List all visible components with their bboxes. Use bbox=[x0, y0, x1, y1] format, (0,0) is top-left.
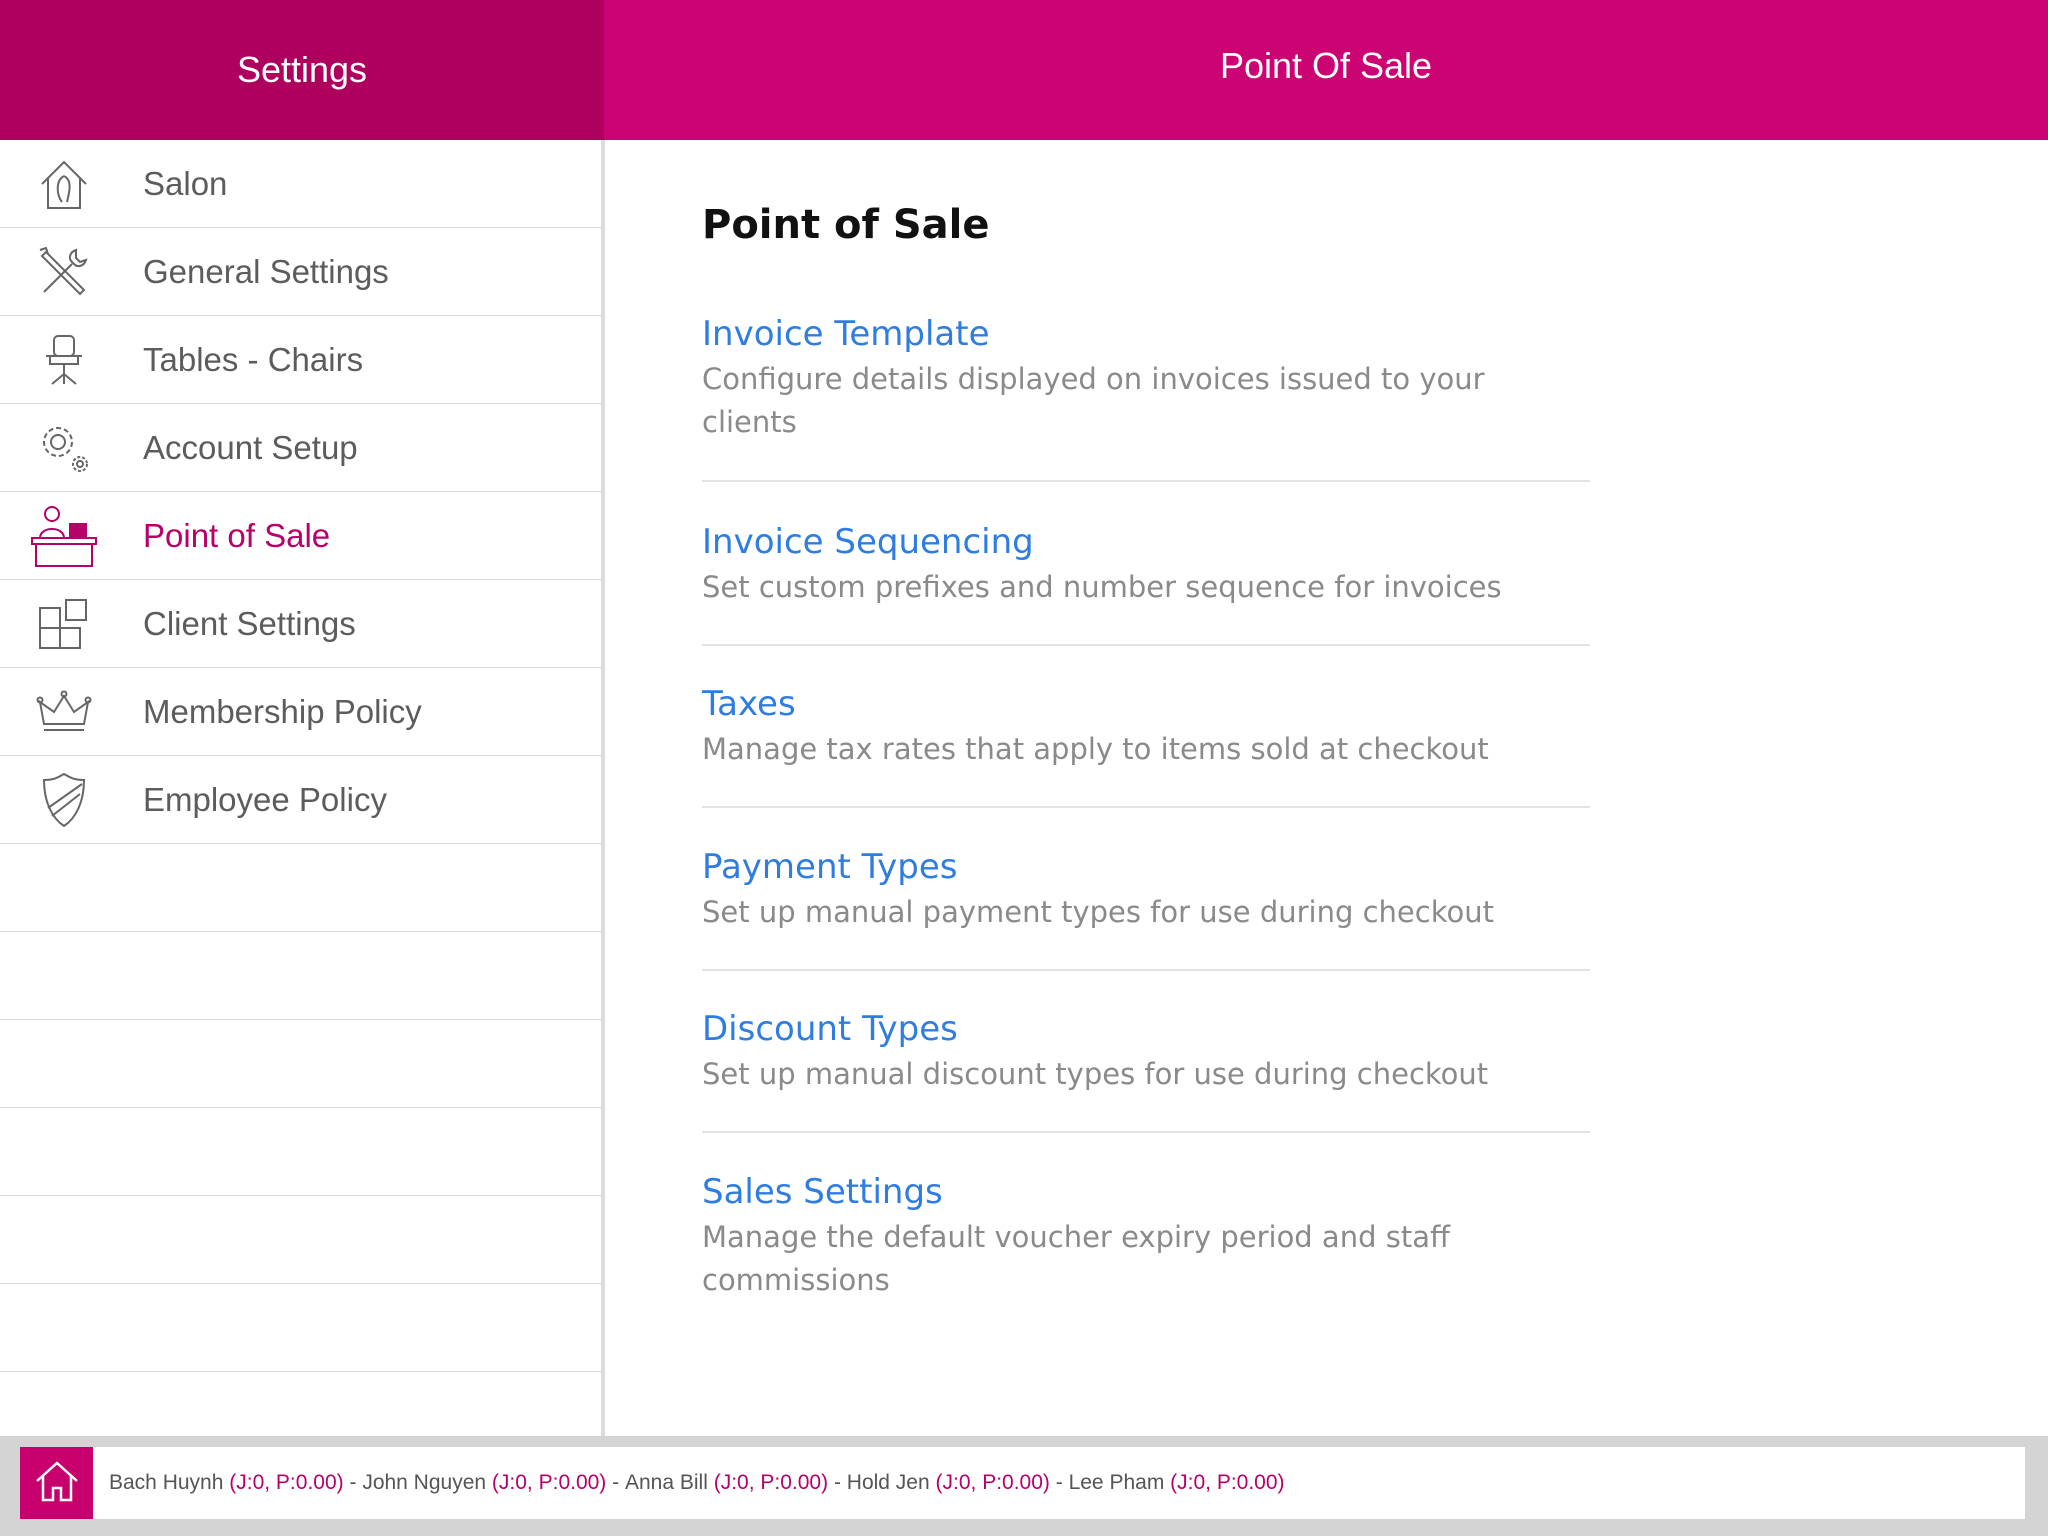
sidebar-empty-row bbox=[0, 932, 601, 1020]
staff-stat: (J:0, P:0.00) bbox=[935, 1471, 1050, 1494]
home-icon bbox=[34, 1459, 80, 1508]
staff-separator: - bbox=[828, 1471, 847, 1494]
option-title[interactable]: Invoice Template bbox=[702, 312, 1590, 356]
shield-icon bbox=[28, 764, 100, 836]
settings-title: Settings bbox=[236, 49, 368, 90]
sidebar-item-label: Salon bbox=[143, 164, 228, 202]
sidebar-item-label: Point of Sale bbox=[143, 516, 331, 554]
page-header-title: Point Of Sale bbox=[1219, 45, 1433, 86]
invoice-template-option[interactable]: Invoice Template Configure details displ… bbox=[702, 312, 1590, 482]
option-title[interactable]: Discount Types bbox=[702, 1007, 1590, 1051]
sidebar-item-point-of-sale[interactable]: Point of Sale bbox=[0, 492, 601, 580]
sidebar-item-label: Tables - Chairs bbox=[143, 340, 364, 378]
sidebar-item-label: Client Settings bbox=[143, 604, 356, 642]
staff-separator: - bbox=[343, 1471, 363, 1494]
sidebar-item-employee-policy[interactable]: Employee Policy bbox=[0, 756, 601, 844]
sidebar-item-client-settings[interactable]: Client Settings bbox=[0, 580, 601, 668]
staff-separator: - bbox=[606, 1471, 625, 1494]
tools-icon bbox=[28, 236, 100, 308]
sidebar-item-membership-policy[interactable]: Membership Policy bbox=[0, 668, 601, 756]
staff-name: Anna Bill bbox=[624, 1471, 708, 1494]
option-title[interactable]: Payment Types bbox=[702, 845, 1590, 889]
sales-settings-option[interactable]: Sales Settings Manage the default vouche… bbox=[702, 1170, 1590, 1320]
sidebar-empty-row bbox=[0, 844, 601, 932]
settings-header: Settings bbox=[0, 0, 604, 140]
page-title: Point of Sale bbox=[702, 202, 990, 248]
sidebar-item-label: Membership Policy bbox=[143, 692, 422, 730]
sidebar-empty-row bbox=[0, 1108, 601, 1196]
crown-icon bbox=[28, 676, 100, 748]
sidebar-empty-row bbox=[0, 1372, 601, 1436]
option-description: Configure details displayed on invoices … bbox=[702, 358, 1590, 444]
taxes-option[interactable]: Taxes Manage tax rates that apply to ite… bbox=[702, 682, 1590, 808]
grid-icon bbox=[28, 588, 100, 660]
option-description: Manage the default voucher expiry period… bbox=[702, 1216, 1590, 1302]
sidebar-item-salon[interactable]: Salon bbox=[0, 140, 601, 228]
staff-name: Lee Pham bbox=[1068, 1471, 1165, 1494]
discount-types-option[interactable]: Discount Types Set up manual discount ty… bbox=[702, 1007, 1590, 1133]
sidebar-item-label: Account Setup bbox=[143, 428, 358, 466]
sidebar-empty-row bbox=[0, 1020, 601, 1108]
chair-icon bbox=[28, 324, 100, 396]
staff-status-panel: Bach Huynh (J:0, P:0.00) - John Nguyen (… bbox=[20, 1447, 2025, 1519]
payment-types-option[interactable]: Payment Types Set up manual payment type… bbox=[702, 845, 1590, 971]
option-description: Set custom prefixes and number sequence … bbox=[702, 570, 1502, 604]
sidebar-item-general-settings[interactable]: General Settings bbox=[0, 228, 601, 316]
sidebar-item-label: Employee Policy bbox=[143, 780, 387, 818]
home-button[interactable] bbox=[20, 1447, 93, 1519]
cashier-icon bbox=[28, 500, 100, 572]
gears-icon bbox=[28, 412, 100, 484]
pos-header: Point Of Sale bbox=[604, 0, 2048, 140]
staff-stat: (J:0, P:0.00) bbox=[713, 1471, 829, 1494]
staff-name: Bach Huynh bbox=[109, 1471, 224, 1494]
option-description-line: Manage the default voucher expiry period… bbox=[702, 1220, 1450, 1254]
sidebar-item-label: General Settings bbox=[143, 252, 389, 290]
option-title[interactable]: Taxes bbox=[702, 682, 1590, 726]
option-description-line: clients bbox=[702, 405, 797, 439]
invoice-sequencing-option[interactable]: Invoice Sequencing Set custom prefixes a… bbox=[702, 520, 1590, 646]
option-description-line: commissions bbox=[702, 1263, 890, 1297]
staff-separator: - bbox=[1049, 1471, 1069, 1494]
sidebar-item-tables-chairs[interactable]: Tables - Chairs bbox=[0, 316, 601, 404]
staff-name: John Nguyen bbox=[362, 1471, 487, 1494]
option-description-line: Configure details displayed on invoices … bbox=[702, 362, 1485, 396]
sidebar-divider bbox=[601, 140, 605, 1436]
staff-stat: (J:0, P:0.00) bbox=[491, 1471, 607, 1494]
settings-sidebar: Salon General Settings Tables - Chairs A… bbox=[0, 140, 601, 1436]
option-description: Set up manual payment types for use duri… bbox=[702, 895, 1494, 929]
sidebar-item-account-setup[interactable]: Account Setup bbox=[0, 404, 601, 492]
salon-icon bbox=[28, 148, 100, 220]
staff-stat: (J:0, P:0.00) bbox=[1170, 1471, 1285, 1494]
sidebar-empty-row bbox=[0, 1196, 601, 1284]
sidebar-empty-row bbox=[0, 1284, 601, 1372]
option-description: Set up manual discount types for use dur… bbox=[702, 1057, 1489, 1091]
staff-name: Hold Jen bbox=[846, 1471, 930, 1494]
option-description: Manage tax rates that apply to items sol… bbox=[702, 732, 1489, 766]
option-title[interactable]: Invoice Sequencing bbox=[702, 520, 1590, 564]
option-title[interactable]: Sales Settings bbox=[702, 1170, 1590, 1214]
staff-stat: (J:0, P:0.00) bbox=[229, 1471, 344, 1494]
staff-list: Bach Huynh (J:0, P:0.00) - John Nguyen (… bbox=[109, 1447, 1285, 1519]
staff-status-bar: Bach Huynh (J:0, P:0.00) - John Nguyen (… bbox=[0, 1436, 2048, 1536]
